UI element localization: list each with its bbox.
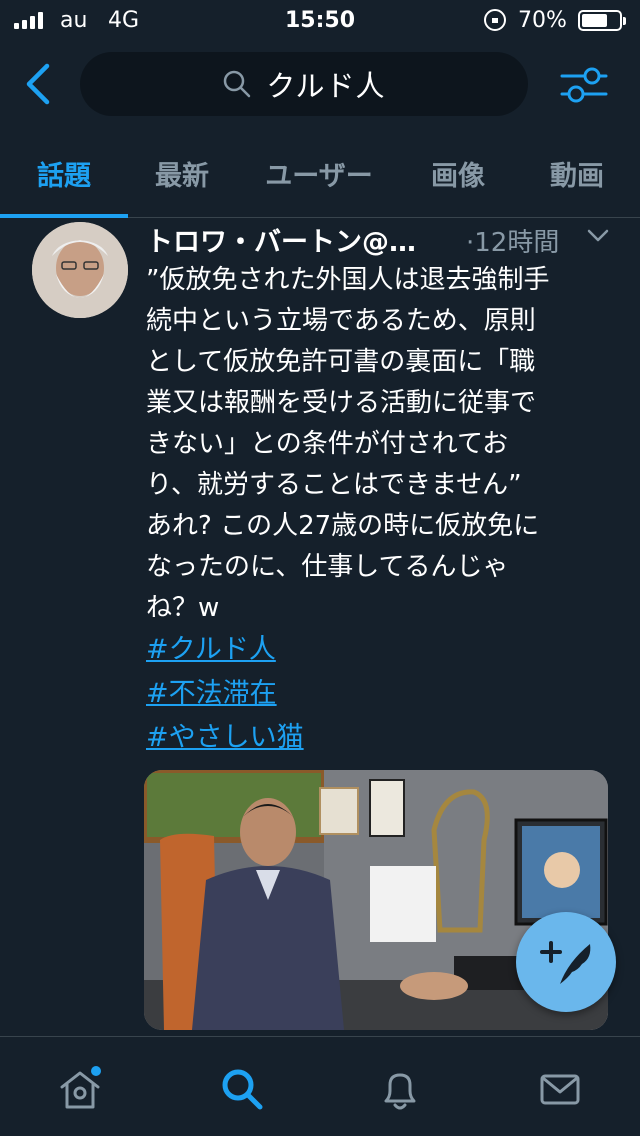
home-icon[interactable] [56,1065,104,1113]
hashtag-list: #クルド人 #不法滞在 #やさしい猫 [146,628,304,760]
tweet-text-line: ”仮放免された外国人は退去強制手 [146,265,550,295]
search-header: クルド人 [0,40,640,130]
search-query: クルド人 [266,69,386,103]
battery-icon [578,10,626,31]
tab-top[interactable]: 話題 [0,130,128,218]
avatar[interactable] [32,222,128,318]
battery-percent: 70% [518,8,567,33]
tweet-author-name[interactable]: トロワ・バートン@… [146,220,446,259]
search-icon[interactable] [218,1065,266,1113]
tab-photos[interactable]: 画像 [402,130,514,216]
tweet-text-line: なったのに、仕事してるんじゃ [146,552,509,582]
tweet-text-line: 業又は報酬を受ける活動に従事で [146,388,537,418]
hashtag-link[interactable]: #不法滞在 [146,672,304,716]
tab-label: ユーザー [265,160,373,192]
tab-label: 話題 [37,160,91,192]
tweet-text: ”仮放免された外国人は退去強制手 続中という立場であるため、原則 として仮放免許… [146,260,616,629]
tab-label: 動画 [550,160,604,192]
hashtag-link[interactable]: #やさしい猫 [146,716,304,760]
status-bar: au 4G 15:50 70% [0,0,640,40]
search-icon [224,70,251,98]
tweet-text-line: あれ? この人27歳の時に仮放免に [146,511,540,541]
tweet-text-line: り、就労することはできません” [146,470,522,500]
search-input[interactable]: クルド人 [80,52,528,116]
compose-tweet-button[interactable] [516,912,616,1012]
tab-videos[interactable]: 動画 [514,130,640,216]
envelope-icon[interactable] [536,1065,584,1113]
hashtag-link[interactable]: #クルド人 [146,628,304,672]
orientation-lock-icon [484,9,506,31]
bell-icon[interactable] [376,1065,424,1113]
feather-plus-icon [540,941,591,984]
sliders-icon[interactable] [560,64,608,106]
tweet-text-line: ね？w [146,593,220,623]
tweet-timestamp: ·12時間 [466,228,560,258]
tweet-text-line: として仮放免許可書の裏面に「職 [146,347,536,377]
tab-people[interactable]: ユーザー [236,130,402,216]
tab-label: 最新 [155,160,209,192]
tweet-text-line: 続中という立場であるため、原則 [146,306,536,336]
search-tabs: 話題 最新 ユーザー 画像 動画 [0,130,640,218]
tab-latest[interactable]: 最新 [128,130,236,216]
bottom-navigation [0,1036,640,1136]
chevron-left-icon[interactable] [20,62,60,106]
tweet-text-line: きない」との条件が付されてお [146,429,509,459]
chevron-down-icon[interactable] [586,228,610,244]
tab-label: 画像 [431,160,485,192]
